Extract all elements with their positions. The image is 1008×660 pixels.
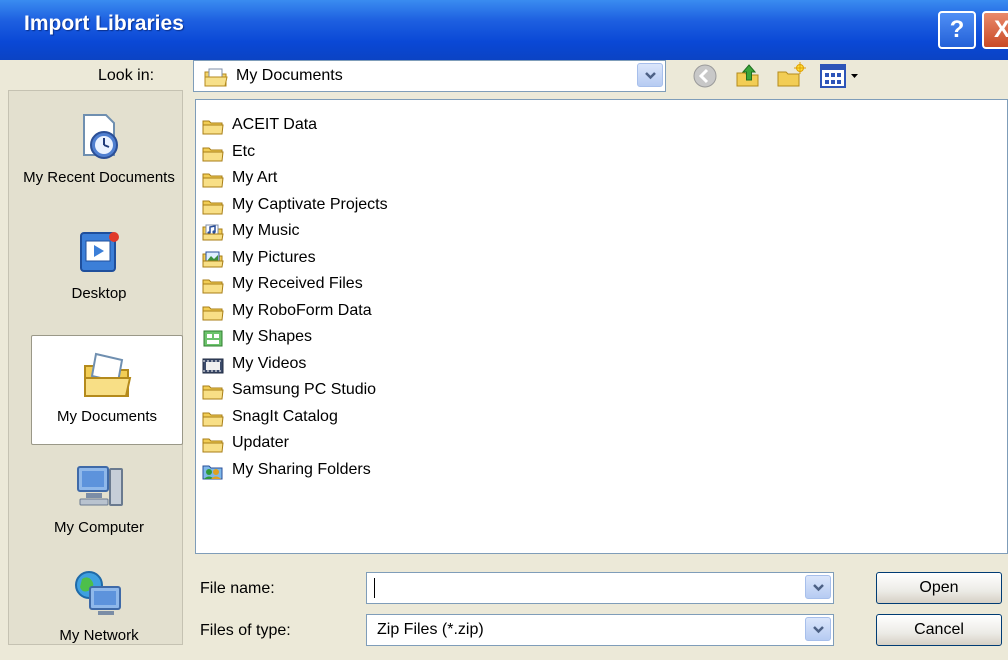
file-name-dropdown-button[interactable]: [805, 575, 831, 599]
file-name-text: My Pictures: [232, 248, 316, 266]
files-of-type-combo[interactable]: Zip Files (*.zip): [366, 614, 834, 646]
my-documents-icon: [84, 352, 132, 397]
look-in-label: Look in:: [98, 67, 155, 84]
file-name-text: Updater: [232, 434, 289, 451]
folder-icon: [202, 173, 224, 188]
file-name-text: My Received Files: [232, 275, 363, 292]
folder-icon: [202, 306, 224, 320]
my-network-icon: [75, 571, 121, 615]
file-name-text: My Captivate Projects: [232, 195, 388, 213]
file-name-text: My Videos: [232, 354, 307, 372]
cancel-button[interactable]: Cancel: [876, 614, 1002, 646]
place-my-network[interactable]: My Network: [23, 569, 175, 646]
place-my-documents[interactable]: My Documents: [31, 335, 183, 445]
place-desktop[interactable]: Desktop: [23, 227, 175, 304]
look-in-combo[interactable]: My Documents: [193, 60, 666, 92]
import-libraries-dialog: Import Libraries ? X Look in: My Documen…: [0, 0, 1008, 660]
folder-icon: [202, 438, 224, 453]
file-name-text: SnagIt Catalog: [232, 407, 338, 425]
help-button[interactable]: ?: [938, 11, 976, 49]
pictures-folder-icon: [202, 251, 224, 267]
folder-icon: [202, 412, 224, 426]
place-label: My Documents: [56, 408, 158, 425]
text-caret: [374, 578, 375, 598]
music-folder-icon: [202, 224, 224, 241]
file-name-text: My Sharing Folders: [232, 460, 371, 478]
window-title: Import Libraries: [24, 12, 184, 35]
place-my-computer[interactable]: My Computer: [23, 461, 175, 538]
files-of-type-value: Zip Files (*.zip): [377, 621, 484, 638]
place-label: My Computer: [53, 519, 145, 536]
place-label: My Recent Documents: [23, 169, 175, 186]
folder-icon: [202, 279, 224, 294]
folder-icon: [202, 147, 224, 161]
file-name-text: ACEIT Data: [232, 116, 318, 133]
chevron-down-icon: [645, 72, 656, 80]
file-name-text: Etc: [232, 142, 256, 160]
views-menu-icon[interactable]: [820, 63, 864, 89]
desktop-icon: [80, 232, 119, 272]
my-documents-small-icon: [204, 68, 228, 87]
folder-icon: [202, 385, 224, 400]
title-bar[interactable]: Import Libraries ? X: [0, 0, 1008, 60]
look-in-value: My Documents: [236, 67, 343, 84]
file-name-text: My Music: [232, 222, 300, 239]
file-name-label: File name:: [200, 580, 275, 597]
open-button[interactable]: Open: [876, 572, 1002, 604]
folder-icon: [202, 120, 224, 135]
place-my-recent-documents[interactable]: My Recent Documents: [23, 111, 175, 188]
place-label: My Network: [59, 627, 139, 644]
file-name-text: My Art: [232, 169, 278, 186]
sharing-folder-icon: [202, 465, 223, 479]
file-name-text: My Shapes: [232, 328, 313, 345]
chevron-down-icon: [813, 626, 824, 634]
file-name-combo[interactable]: [366, 572, 834, 604]
back-icon[interactable]: [692, 63, 718, 89]
close-button[interactable]: X: [982, 11, 1008, 49]
up-one-level-icon[interactable]: [734, 61, 762, 89]
file-name-text: Samsung PC Studio: [232, 381, 377, 398]
my-computer-icon: [77, 466, 123, 506]
file-list[interactable]: ACEIT Data Etc My Art My Captivate Projects…: [195, 99, 1008, 554]
new-folder-icon[interactable]: [776, 61, 806, 89]
place-label: Desktop: [71, 285, 127, 302]
files-of-type-label: Files of type:: [200, 622, 291, 639]
files-of-type-dropdown-button[interactable]: [805, 617, 831, 641]
places-bar: My Recent Documents Desktop My Documents: [8, 90, 183, 645]
file-name-text: My RoboForm Data: [232, 301, 372, 319]
videos-folder-icon: [202, 358, 224, 373]
folder-icon: [202, 200, 224, 214]
look-in-dropdown-button[interactable]: [637, 63, 663, 87]
chevron-down-icon: [813, 584, 824, 592]
recent-documents-icon: [83, 114, 118, 159]
file-name-input[interactable]: [371, 577, 795, 601]
shapes-folder-icon: [203, 330, 223, 347]
